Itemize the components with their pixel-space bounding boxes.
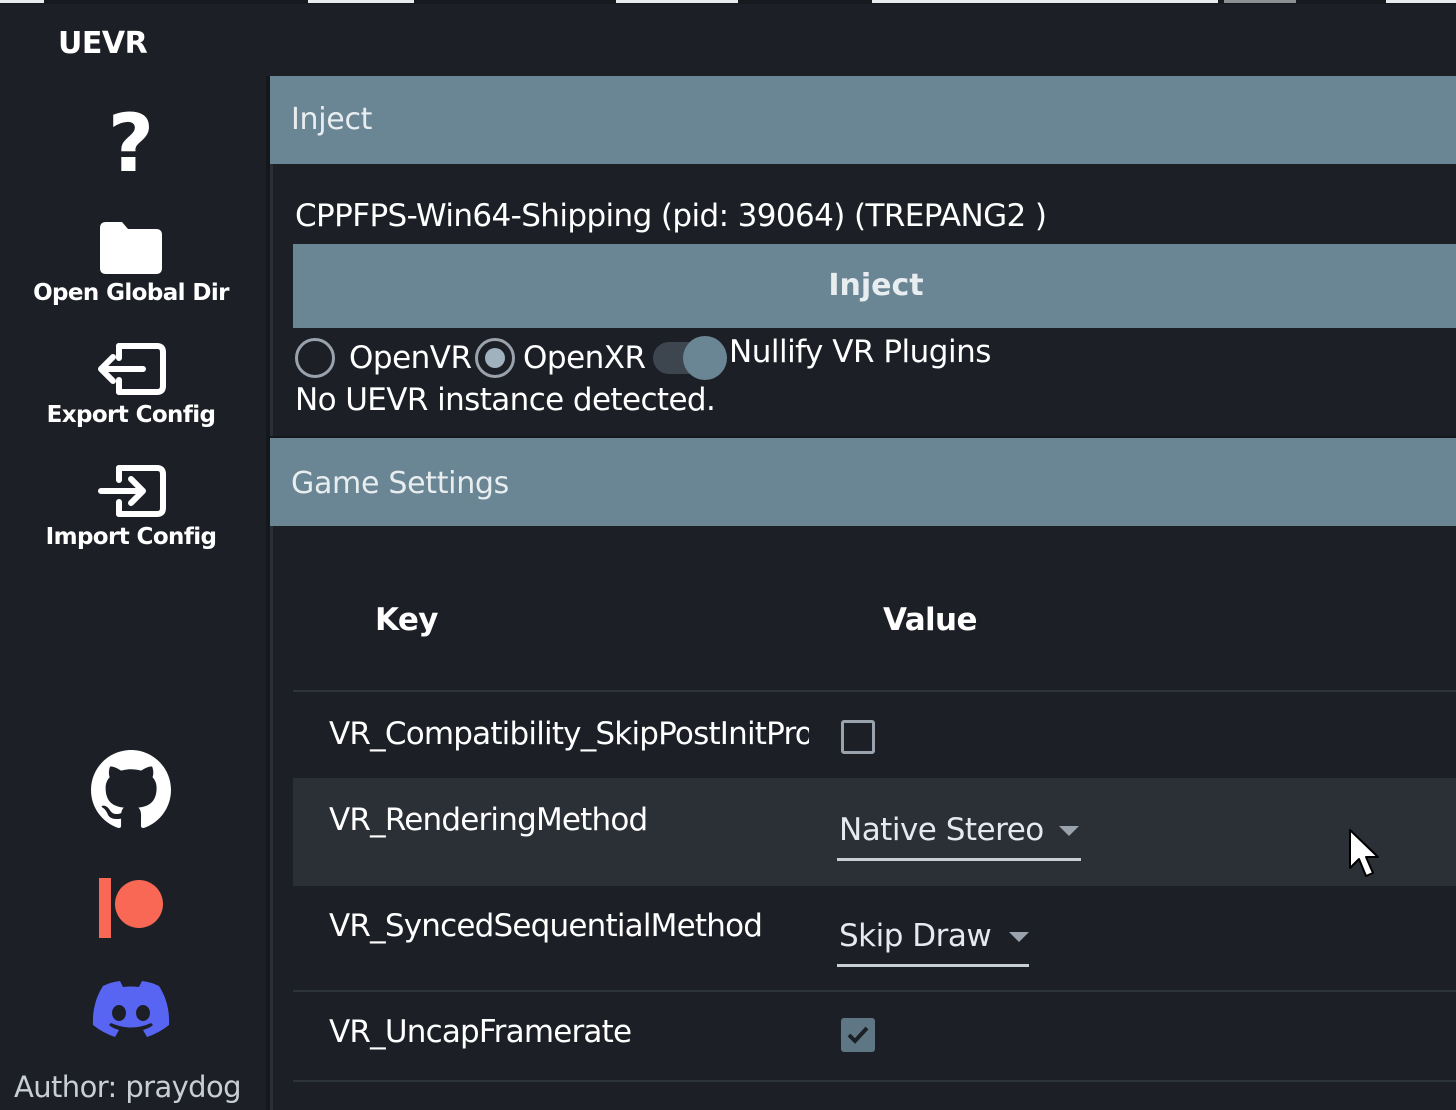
chevron-down-icon [1059,826,1079,836]
process-name: CPPFPS-Win64-Shipping (pid: 39064) (TREP… [295,198,1047,234]
inject-button[interactable]: Inject [293,244,1456,328]
github-link[interactable] [86,750,176,830]
dropdown-value: Skip Draw [839,918,992,954]
setting-key: VR_RenderingMethod [329,802,648,838]
mouse-cursor-icon [1349,829,1379,877]
open-global-dir-label: Open Global Dir [33,280,229,306]
setting-key: VR_UncapFramerate [329,1014,632,1050]
discord-link[interactable] [86,980,176,1042]
github-icon [91,750,171,829]
setting-key: VR_SyncedSequentialMethod [329,908,763,944]
runtime-selector: OpenVR OpenXR Nullify VR Plugins [295,334,1195,382]
synced-sequential-dropdown[interactable]: Skip Draw [837,918,1029,967]
patreon-icon [99,878,163,938]
column-header-key: Key [375,602,439,638]
table-row: VR_RenderingMethod Native Stereo [293,778,1456,886]
uncap-framerate-checkbox[interactable] [841,1018,875,1052]
openvr-label[interactable]: OpenVR [349,340,472,376]
openvr-radio[interactable] [295,338,335,378]
import-icon [0,462,262,520]
openxr-label[interactable]: OpenXR [523,340,646,376]
inject-section-header[interactable]: Inject [270,76,1456,164]
inject-panel: CPPFPS-Win64-Shipping (pid: 39064) (TREP… [270,164,1456,436]
import-config-button[interactable]: Import Config [0,462,262,550]
toggle-knob [683,336,727,380]
table-row: VR_SyncedSequentialMethod Skip Draw [293,886,1456,990]
app-title: UEVR [58,26,148,61]
uevr-window: UEVR ? Open Global Dir Export Config Imp… [0,0,1456,1110]
table-row: VR_Compatibility_SkipPostInitProperties [293,692,1456,778]
checkmark-icon [847,1026,869,1044]
inject-header-label: Inject [291,102,373,137]
table-row: VR_UncapFramerate [293,992,1456,1080]
discord-icon [92,981,170,1037]
dropdown-value: Native Stereo [839,812,1044,848]
column-header-value: Value [883,602,978,638]
nullify-vr-plugins-label[interactable]: Nullify VR Plugins [729,334,991,370]
chevron-down-icon [1009,932,1029,942]
game-settings-header[interactable]: Game Settings [270,438,1456,526]
setting-key: VR_Compatibility_SkipPostInitProperties [329,716,809,752]
export-config-button[interactable]: Export Config [0,340,262,428]
openxr-radio[interactable] [475,338,515,378]
export-icon [0,340,262,398]
nullify-vr-plugins-toggle[interactable] [653,336,727,380]
skip-post-init-checkbox[interactable] [841,720,875,754]
sidebar: UEVR ? Open Global Dir Export Config Imp… [0,4,266,1110]
patreon-link[interactable] [86,876,176,942]
export-config-label: Export Config [46,402,216,428]
import-config-label: Import Config [45,524,217,550]
divider [293,1080,1456,1082]
open-global-dir-button[interactable]: Open Global Dir [0,218,262,306]
game-settings-panel: Key Value VR_Compatibility_SkipPostInitP… [270,526,1456,1110]
game-settings-header-label: Game Settings [291,466,509,501]
question-mark-icon: ? [107,97,155,190]
folder-icon [0,218,262,276]
author-credit: Author: praydog [14,1070,242,1104]
help-button[interactable]: ? [0,104,262,184]
main-content: Inject CPPFPS-Win64-Shipping (pid: 39064… [266,76,1456,1110]
rendering-method-dropdown[interactable]: Native Stereo [837,812,1081,861]
status-text: No UEVR instance detected. [295,382,716,418]
